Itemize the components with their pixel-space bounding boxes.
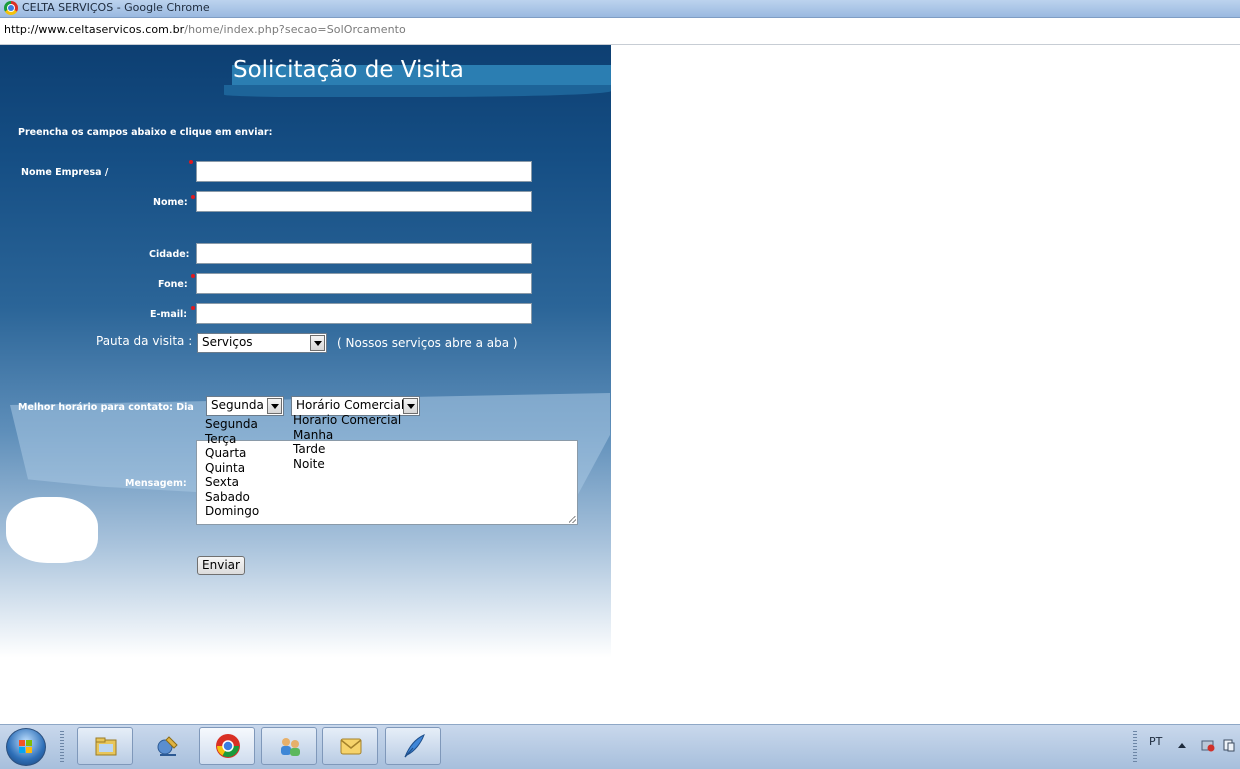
city-label: Cidade: (149, 249, 190, 260)
window-title-bar: CELTA SERVIÇOS - Google Chrome (0, 0, 1240, 18)
name-field[interactable] (196, 191, 532, 212)
visit-topic-selected: Serviços (202, 335, 253, 349)
show-hidden-icons-icon[interactable] (1178, 743, 1186, 748)
city-field[interactable] (196, 243, 532, 264)
company-label: Nome Empresa / (21, 167, 109, 178)
period-options-list[interactable]: Horario Comercial Manha Tarde Noite (293, 413, 401, 471)
phone-label: Fone: (158, 279, 188, 290)
best-time-label: Melhor horário para contato: Dia (18, 402, 194, 413)
windows-explorer-icon (95, 737, 117, 756)
day-selected: Segunda (211, 398, 264, 412)
required-marker (189, 160, 193, 164)
chrome-icon (4, 1, 18, 15)
taskbar-item-outlook[interactable] (322, 727, 378, 765)
day-select[interactable]: Segunda (206, 396, 284, 416)
taskbar-item-writer[interactable] (385, 727, 441, 765)
taskbar-item-explorer[interactable] (77, 727, 133, 765)
message-label: Mensagem: (125, 478, 187, 489)
tray-grip[interactable] (1133, 731, 1137, 763)
day-option[interactable]: Sabado (205, 490, 259, 505)
url-host: http://www.celtaservicos.com.br (4, 23, 185, 36)
form-instructions: Preencha os campos abaixo e clique em en… (18, 127, 273, 138)
address-bar[interactable]: http://www.celtaservicos.com.br/home/ind… (0, 18, 1240, 45)
window-title: CELTA SERVIÇOS - Google Chrome (22, 1, 210, 14)
period-option[interactable]: Horario Comercial (293, 413, 401, 428)
chevron-down-icon[interactable] (310, 335, 325, 351)
taskbar-item-chrome[interactable] (199, 727, 255, 765)
resize-grip-icon[interactable] (569, 516, 576, 523)
email-field[interactable] (196, 303, 532, 324)
required-marker (191, 195, 195, 199)
url-text[interactable]: http://www.celtaservicos.com.br/home/ind… (4, 23, 406, 36)
network-tool-icon (157, 736, 178, 756)
day-options-list[interactable]: Segunda Terça Quarta Quinta Sexta Sabado… (205, 417, 259, 519)
period-option[interactable]: Noite (293, 457, 401, 472)
page-title: Solicitação de Visita (233, 57, 464, 83)
windows-flag-icon (19, 740, 33, 754)
period-option[interactable]: Manha (293, 428, 401, 443)
period-selected: Horário Comercial (296, 398, 405, 412)
visit-topic-note: ( Nossos serviços abre a aba ) (337, 336, 518, 350)
taskbar-grip[interactable] (60, 731, 64, 763)
taskbar: PT (0, 724, 1240, 769)
required-marker (191, 274, 195, 278)
contacts-icon (281, 738, 300, 756)
day-option[interactable]: Quinta (205, 461, 259, 476)
submit-button[interactable]: Enviar (197, 556, 245, 575)
outlook-icon (340, 738, 362, 755)
name-label: Nome: (153, 197, 188, 208)
day-option[interactable]: Domingo (205, 504, 259, 519)
mascot-image-part (56, 515, 98, 561)
visit-topic-label: Pauta da visita : (96, 334, 193, 348)
start-button[interactable] (6, 728, 46, 766)
heading-banner-wave (224, 85, 611, 97)
url-path: /home/index.php?secao=SolOrcamento (184, 23, 406, 36)
company-field[interactable] (196, 161, 532, 182)
taskbar-item-contacts[interactable] (261, 727, 317, 765)
day-option[interactable]: Sexta (205, 475, 259, 490)
email-label: E-mail: (150, 309, 188, 320)
phone-field[interactable] (196, 273, 532, 294)
period-option[interactable]: Tarde (293, 442, 401, 457)
page-content (0, 45, 611, 670)
required-marker (191, 306, 195, 310)
security-alert-icon[interactable] (1201, 738, 1215, 752)
day-option[interactable]: Quarta (205, 446, 259, 461)
network-status-icon[interactable] (1222, 738, 1236, 752)
chevron-down-icon[interactable] (403, 398, 418, 414)
day-option[interactable]: Segunda (205, 417, 259, 432)
day-option[interactable]: Terça (205, 432, 259, 447)
chrome-icon (216, 734, 240, 758)
chevron-down-icon[interactable] (267, 398, 282, 414)
language-indicator[interactable]: PT (1149, 735, 1162, 748)
taskbar-item-tool[interactable] (139, 727, 195, 765)
quill-icon (404, 734, 425, 758)
visit-topic-select[interactable]: Serviços (197, 333, 327, 353)
